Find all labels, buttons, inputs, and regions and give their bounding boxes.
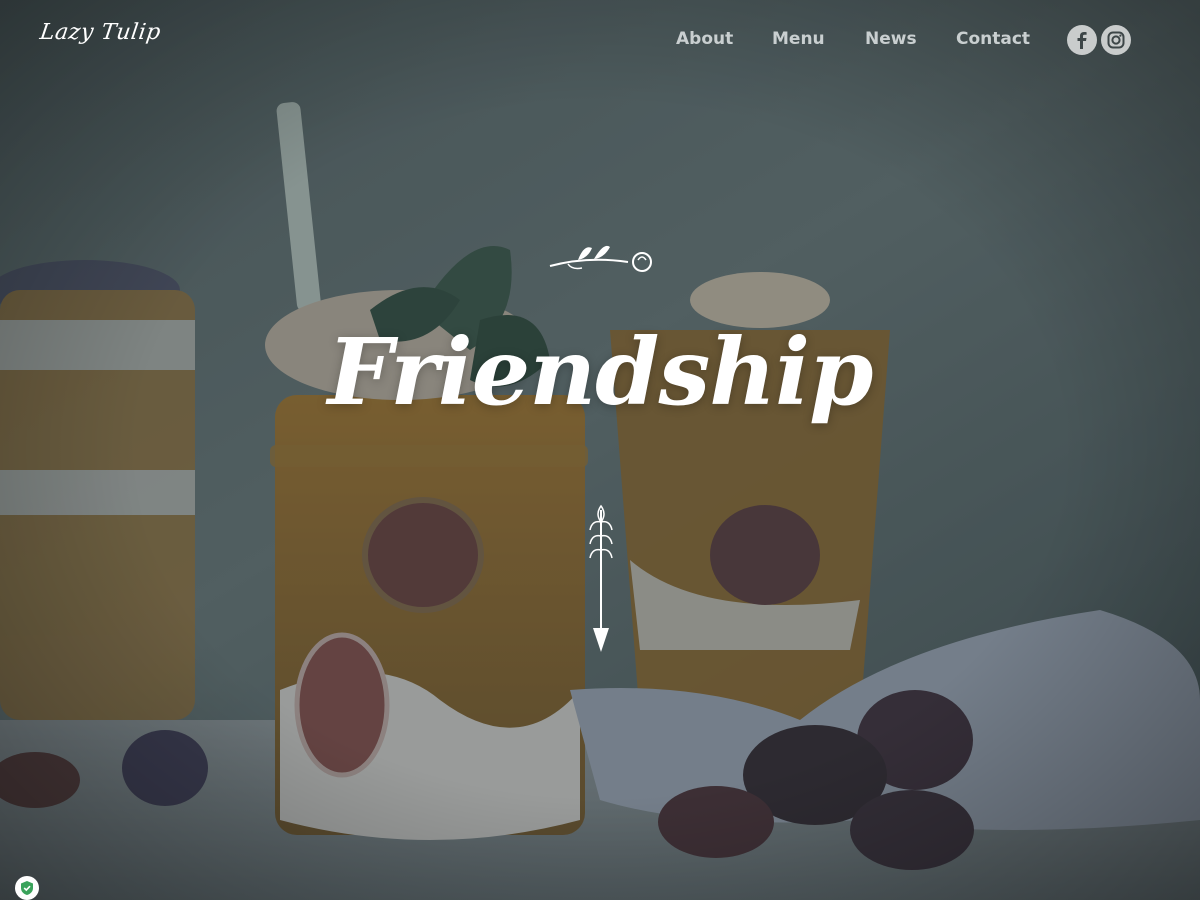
nav-item-menu[interactable]: Menu (772, 29, 825, 49)
nav-item-news[interactable]: News (865, 29, 917, 49)
instagram-icon (1107, 31, 1125, 49)
floral-sprig-icon (549, 245, 652, 272)
security-badge[interactable] (15, 876, 39, 900)
hero-section: Friendship (0, 0, 1200, 900)
top-navigation: Lazy Tulip About Menu News Contact (0, 0, 1200, 78)
facebook-button[interactable] (1067, 25, 1097, 55)
nav-item-about[interactable]: About (676, 29, 733, 49)
nav-item-contact[interactable]: Contact (956, 29, 1030, 49)
shield-check-icon (21, 881, 33, 895)
instagram-button[interactable] (1101, 25, 1131, 55)
brand-logo[interactable]: Lazy Tulip (38, 20, 162, 45)
hero-background-image (0, 0, 1200, 900)
arrow-down-icon[interactable] (586, 500, 616, 656)
hero-title: Friendship (327, 318, 874, 426)
facebook-icon (1077, 32, 1087, 49)
